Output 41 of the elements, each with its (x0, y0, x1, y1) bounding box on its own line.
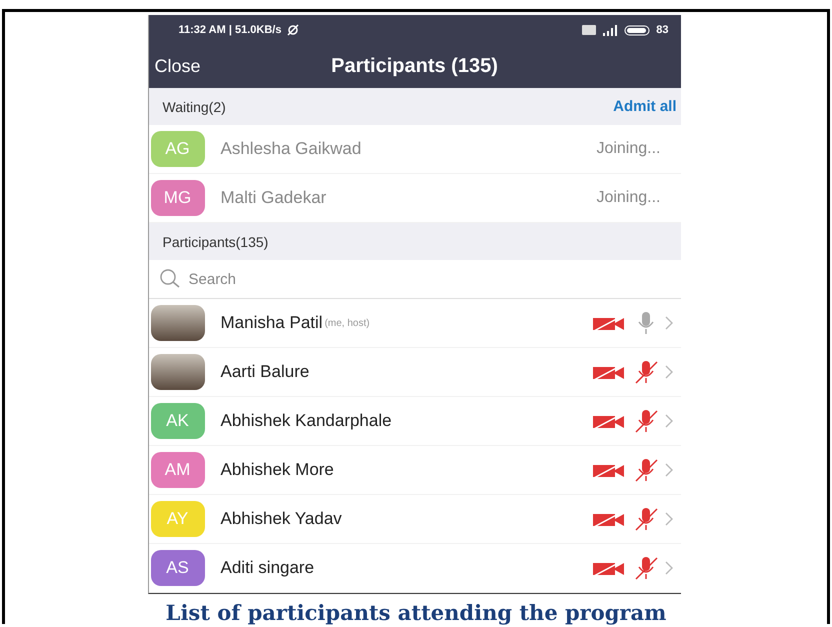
avatar: AY (150, 501, 204, 537)
chevron-icon (664, 365, 672, 379)
screen-title: Participants (135) (331, 55, 498, 77)
participant-name: Ashlesha Gaikwad (220, 139, 362, 159)
admit-all-button[interactable]: Admit all (613, 98, 676, 115)
close-button[interactable]: Close (148, 55, 207, 78)
participant-name: Malti Gadekar (220, 188, 326, 208)
chevron-icon (664, 463, 672, 477)
joining-status: Joining... (596, 140, 660, 158)
chevron-icon (664, 561, 672, 575)
photo-placeholder (150, 354, 204, 390)
avatar: AK (150, 403, 204, 439)
battery-percent: 83 (656, 24, 668, 36)
signal-icon (602, 24, 618, 36)
avatar: AS (150, 550, 204, 586)
crossed-microphone-icon[interactable] (632, 555, 658, 581)
participant-name: Manisha Patil (220, 313, 323, 333)
section-header: Participants(135) (162, 234, 268, 250)
participant-name: Aarti Balure (220, 362, 310, 382)
crossed-microphone-icon[interactable] (632, 408, 658, 434)
avatar: MG (150, 180, 204, 216)
joining-status: Joining... (596, 189, 660, 207)
participant-name: Abhishek More (220, 460, 334, 480)
participant-name: Abhishek Yadav (220, 509, 342, 529)
crossed-microphone-icon[interactable] (632, 457, 658, 483)
battery-icon (624, 24, 650, 36)
search-icon (158, 269, 180, 289)
chevron-icon (664, 512, 672, 526)
crossed-microphone-icon[interactable] (632, 506, 658, 532)
figure-caption: List of participants attending the program (166, 600, 666, 625)
participant-name: Abhishek Kandarphale (220, 411, 392, 431)
participant-name: Aditi singare (220, 558, 314, 578)
chevron-icon (664, 316, 672, 330)
crossed-microphone-icon[interactable] (632, 359, 658, 385)
status-time: 11:32 AM | 51.0KB/s (178, 24, 282, 36)
chevron-icon (664, 414, 672, 428)
avatar: AM (150, 452, 204, 488)
role-note: (me, host) (324, 318, 370, 328)
photo-placeholder (150, 305, 204, 341)
section-header: Waiting(2) (162, 98, 226, 114)
avatar: AG (150, 131, 204, 167)
